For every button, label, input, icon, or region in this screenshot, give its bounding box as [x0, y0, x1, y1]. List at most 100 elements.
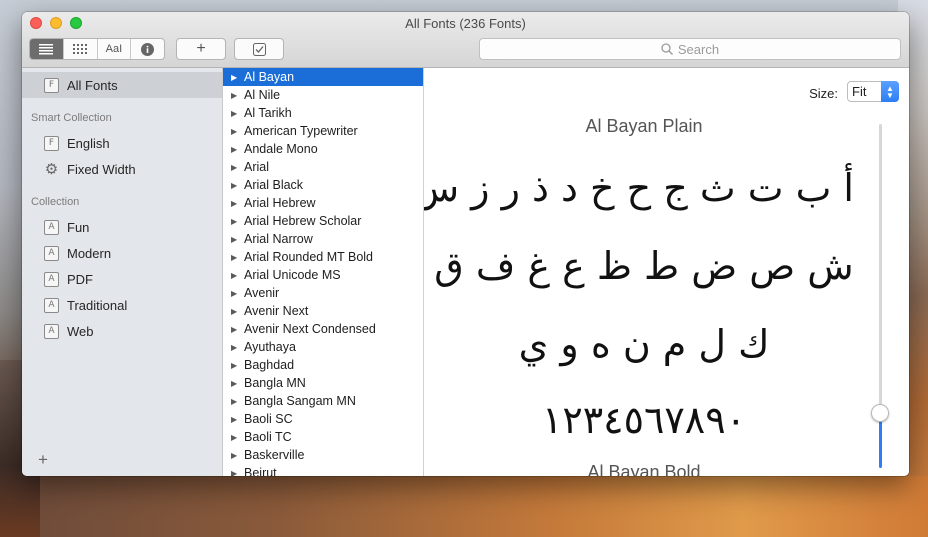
disclosure-triangle-icon[interactable]: ▶: [231, 145, 239, 154]
disclosure-triangle-icon[interactable]: ▶: [231, 181, 239, 190]
sidebar-item-label: PDF: [67, 271, 93, 287]
preview-sample-line: ش ص ض ط ظ ع غ ف ق: [434, 244, 854, 288]
disclosure-triangle-icon[interactable]: ▶: [231, 379, 239, 388]
font-preview-pane: Size: Fit ▲ ▼ Al Bayan Plain أ ب ت ث ج ح …: [424, 68, 909, 476]
font-name: Baskerville: [244, 448, 305, 462]
custom-sample-button[interactable]: AaI: [98, 39, 132, 59]
grid-view-button[interactable]: [64, 39, 98, 59]
search-placeholder: Search: [677, 41, 720, 57]
lines-icon: [39, 43, 54, 54]
font-row[interactable]: ▶ Andale Mono: [223, 140, 423, 158]
font-row[interactable]: ▶ Avenir Next Condensed: [223, 320, 423, 338]
collection-icon: A: [44, 245, 59, 261]
sidebar-item-fixed-width[interactable]: ⚙ Fixed Width: [22, 156, 222, 182]
font-row[interactable]: ▶ Baoli TC: [223, 428, 423, 446]
font-name: Avenir Next Condensed: [244, 322, 376, 336]
disclosure-triangle-icon[interactable]: ▶: [231, 73, 239, 82]
font-row[interactable]: ▶ Bangla Sangam MN: [223, 392, 423, 410]
font-name: Baghdad: [244, 358, 295, 372]
search-field[interactable]: Search: [479, 38, 901, 60]
font-name: Arial: [244, 160, 270, 174]
disclosure-triangle-icon[interactable]: ▶: [231, 433, 239, 442]
plus-icon: +: [196, 40, 206, 57]
sidebar-item-label: Web: [67, 323, 94, 339]
smart-collection-header: Smart Collection: [31, 112, 112, 124]
disclosure-triangle-icon[interactable]: ▶: [231, 91, 239, 100]
font-row[interactable]: ▶ Al Bayan: [223, 68, 423, 86]
font-row[interactable]: ▶ Ayuthaya: [223, 338, 423, 356]
font-row[interactable]: ▶ Baoli SC: [223, 410, 423, 428]
font-row[interactable]: ▶ Al Nile: [223, 86, 423, 104]
sidebar-item-modern[interactable]: A Modern: [22, 240, 222, 266]
disclosure-triangle-icon[interactable]: ▶: [231, 289, 239, 298]
gear-icon: ⚙: [44, 161, 59, 178]
font-row[interactable]: ▶ Bangla MN: [223, 374, 423, 392]
font-row[interactable]: ▶ Beirut: [223, 464, 423, 476]
sidebar-item-web[interactable]: A Web: [22, 318, 222, 344]
font-name: Arial Hebrew Scholar: [244, 214, 362, 228]
font-name: Arial Unicode MS: [244, 268, 341, 282]
info-button[interactable]: [131, 39, 164, 59]
font-name: Arial Narrow: [244, 232, 313, 246]
sidebar-item-all-fonts[interactable]: F All Fonts: [22, 72, 222, 98]
disclosure-triangle-icon[interactable]: ▶: [231, 343, 239, 352]
chevron-up-down-icon: ▲ ▼: [881, 81, 899, 102]
info-icon: [141, 42, 155, 56]
collection-icon: A: [44, 219, 59, 235]
disclosure-triangle-icon[interactable]: ▶: [231, 217, 239, 226]
disclosure-triangle-icon[interactable]: ▶: [231, 307, 239, 316]
disclosure-triangle-icon[interactable]: ▶: [231, 325, 239, 334]
font-name: Avenir Next: [244, 304, 309, 318]
disclosure-triangle-icon[interactable]: ▶: [231, 163, 239, 172]
add-collection-button[interactable]: +: [38, 450, 48, 470]
collection-icon: A: [44, 271, 59, 287]
font-name: Beirut: [244, 466, 277, 476]
sample-view-button[interactable]: [30, 39, 64, 59]
preview-next-font-title: Al Bayan Bold: [587, 462, 701, 476]
size-label: Size:: [809, 86, 838, 101]
font-row[interactable]: ▶ Arial Narrow: [223, 230, 423, 248]
font-row[interactable]: ▶ Al Tarikh: [223, 104, 423, 122]
disclosure-triangle-icon[interactable]: ▶: [231, 253, 239, 262]
disclosure-triangle-icon[interactable]: ▶: [231, 127, 239, 136]
validate-button[interactable]: [234, 38, 284, 60]
size-slider-knob[interactable]: [871, 404, 889, 422]
disclosure-triangle-icon[interactable]: ▶: [231, 415, 239, 424]
font-row[interactable]: ▶ Arial Black: [223, 176, 423, 194]
disclosure-triangle-icon[interactable]: ▶: [231, 451, 239, 460]
sidebar-item-traditional[interactable]: A Traditional: [22, 292, 222, 318]
font-row[interactable]: ▶ American Typewriter: [223, 122, 423, 140]
disclosure-triangle-icon[interactable]: ▶: [231, 235, 239, 244]
font-row[interactable]: ▶ Arial Hebrew Scholar: [223, 212, 423, 230]
disclosure-triangle-icon[interactable]: ▶: [231, 199, 239, 208]
font-row[interactable]: ▶ Baghdad: [223, 356, 423, 374]
disclosure-triangle-icon[interactable]: ▶: [231, 469, 239, 477]
collection-icon: A: [44, 323, 59, 339]
size-select[interactable]: Fit ▲ ▼: [847, 81, 899, 102]
disclosure-triangle-icon[interactable]: ▶: [231, 109, 239, 118]
preview-sample-line: ك ل م ن ه و ي: [518, 322, 770, 366]
font-row[interactable]: ▶ Avenir: [223, 284, 423, 302]
sidebar-item-fun[interactable]: A Fun: [22, 214, 222, 240]
font-row[interactable]: ▶ Arial Hebrew: [223, 194, 423, 212]
add-font-button[interactable]: +: [176, 38, 226, 60]
font-row[interactable]: ▶ Avenir Next: [223, 302, 423, 320]
font-name: Bangla Sangam MN: [244, 394, 356, 408]
preview-sample-line: ١٢٣٤٥٦٧٨٩٠: [541, 398, 747, 442]
font-row[interactable]: ▶ Baskerville: [223, 446, 423, 464]
font-book-window: All Fonts (236 Fonts) AaI + Search F All…: [22, 12, 909, 476]
sidebar-item-pdf[interactable]: A PDF: [22, 266, 222, 292]
sidebar-item-english[interactable]: F English: [22, 130, 222, 156]
desktop-background-bottom: [0, 476, 928, 537]
font-name: Baoli SC: [244, 412, 293, 426]
sidebar-item-label: All Fonts: [67, 77, 118, 93]
disclosure-triangle-icon[interactable]: ▶: [231, 271, 239, 280]
font-row[interactable]: ▶ Arial Unicode MS: [223, 266, 423, 284]
sidebar-item-label: English: [67, 135, 110, 151]
search-icon: [661, 43, 673, 55]
font-row[interactable]: ▶ Arial: [223, 158, 423, 176]
disclosure-triangle-icon[interactable]: ▶: [231, 361, 239, 370]
font-row[interactable]: ▶ Arial Rounded MT Bold: [223, 248, 423, 266]
disclosure-triangle-icon[interactable]: ▶: [231, 397, 239, 406]
font-name: Al Tarikh: [244, 106, 292, 120]
